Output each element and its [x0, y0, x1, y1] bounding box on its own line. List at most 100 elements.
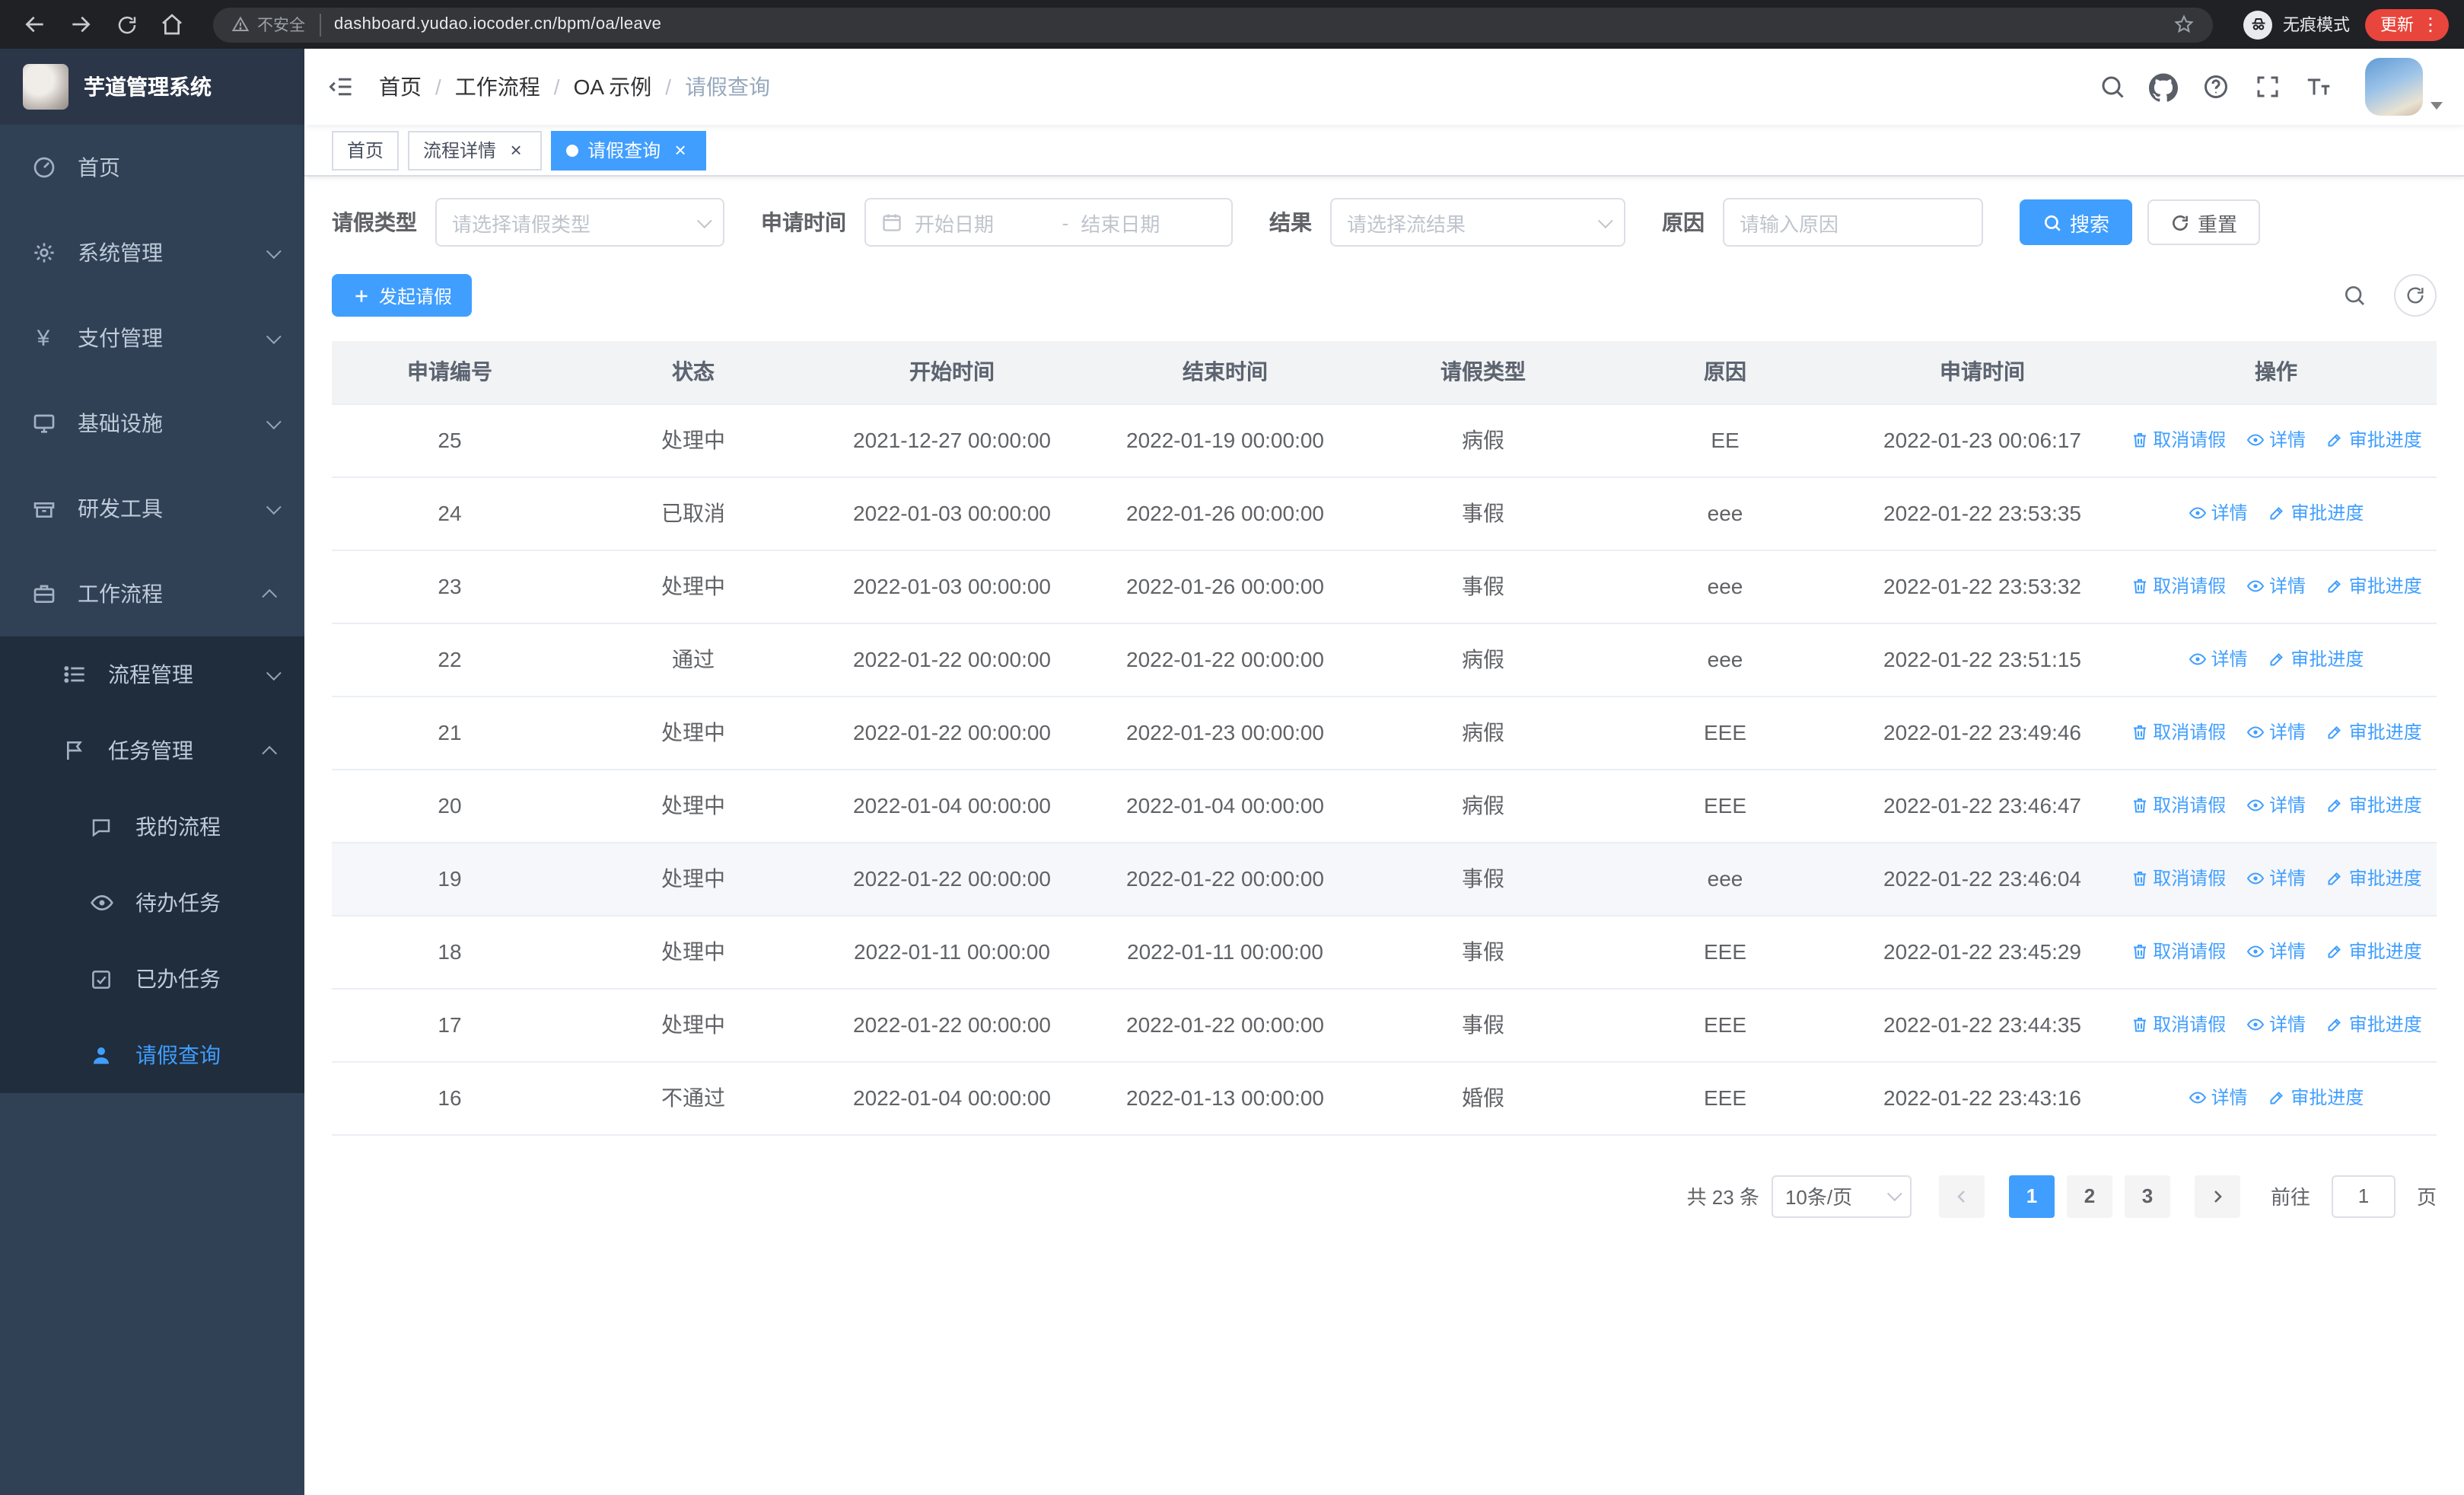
page-button-2[interactable]: 2: [2066, 1175, 2112, 1217]
cell-apply-id: 17: [332, 988, 568, 1062]
range-separator: -: [1062, 211, 1069, 234]
create-leave-button[interactable]: 发起请假: [332, 274, 473, 317]
hamburger-icon[interactable]: [304, 49, 377, 125]
cancel-leave-link[interactable]: 取消请假: [2130, 573, 2226, 599]
approval-progress-link[interactable]: 审批进度: [2268, 1085, 2364, 1111]
cell-status: 处理中: [568, 696, 819, 770]
sidebar-item-infrastructure[interactable]: 基础设施: [0, 381, 304, 466]
cancel-leave-link[interactable]: 取消请假: [2130, 792, 2226, 818]
table-row[interactable]: 25 处理中 2021-12-27 00:00:00 2022-01-19 00…: [332, 403, 2437, 477]
cancel-leave-link[interactable]: 取消请假: [2130, 719, 2226, 745]
refresh-icon[interactable]: [2394, 274, 2437, 317]
browser-forward-icon[interactable]: [61, 5, 100, 44]
detail-link[interactable]: 详情: [2189, 500, 2248, 526]
sidebar-item-task-management[interactable]: 任务管理: [0, 712, 304, 789]
tab-home[interactable]: 首页: [332, 130, 400, 170]
sidebar-item-pending-tasks[interactable]: 待办任务: [0, 865, 304, 941]
detail-link[interactable]: 详情: [2246, 792, 2306, 818]
approval-progress-link[interactable]: 审批进度: [2326, 427, 2422, 453]
font-size-icon[interactable]: [2304, 72, 2333, 101]
table-row[interactable]: 16 不通过 2022-01-04 00:00:00 2022-01-13 00…: [332, 1061, 2437, 1135]
table-row[interactable]: 23 处理中 2022-01-03 00:00:00 2022-01-26 00…: [332, 550, 2437, 623]
page-button-1[interactable]: 1: [2008, 1175, 2055, 1217]
leave-type-select[interactable]: 请选择请假类型: [435, 198, 724, 247]
approval-progress-link[interactable]: 审批进度: [2326, 1012, 2422, 1038]
sidebar-item-my-processes[interactable]: 我的流程: [0, 789, 304, 865]
sidebar-item-leave-query[interactable]: 请假查询: [0, 1017, 304, 1093]
browser-back-icon[interactable]: [15, 5, 55, 44]
result-select[interactable]: 请选择流结果: [1330, 198, 1625, 247]
github-icon[interactable]: [2149, 72, 2178, 101]
detail-link[interactable]: 详情: [2246, 719, 2306, 745]
address-bar[interactable]: 不安全 dashboard.yudao.iocoder.cn/bpm/oa/le…: [213, 7, 2213, 42]
sidebar-item-done-tasks[interactable]: 已办任务: [0, 941, 304, 1017]
search-button[interactable]: 搜索: [2020, 199, 2133, 245]
detail-link[interactable]: 详情: [2246, 865, 2306, 891]
breadcrumb: 首页 工作流程 OA 示例 请假查询: [379, 72, 770, 102]
sidebar-item-system[interactable]: 系统管理: [0, 210, 304, 295]
detail-link[interactable]: 详情: [2189, 646, 2248, 672]
cancel-leave-link[interactable]: 取消请假: [2130, 939, 2226, 964]
approval-progress-link[interactable]: 审批进度: [2326, 865, 2422, 891]
cancel-leave-link[interactable]: 取消请假: [2130, 865, 2226, 891]
help-icon[interactable]: [2201, 72, 2230, 101]
cell-end-time: 2022-01-22 00:00:00: [1085, 842, 1365, 916]
approval-progress-link[interactable]: 审批进度: [2268, 646, 2364, 672]
bookmark-star-icon[interactable]: [2173, 14, 2195, 35]
detail-link[interactable]: 详情: [2246, 573, 2306, 599]
browser-update-button[interactable]: 更新 ⋮: [2365, 8, 2449, 40]
apply-time-range-picker[interactable]: 开始日期 - 结束日期: [864, 198, 1233, 247]
goto-page-input[interactable]: [2331, 1175, 2396, 1217]
approval-progress-link[interactable]: 审批进度: [2326, 719, 2422, 745]
tab-leave-query[interactable]: 请假查询 ×: [551, 130, 707, 170]
reason-input[interactable]: 请输入原因: [1723, 198, 1983, 247]
reset-button[interactable]: 重置: [2147, 199, 2261, 245]
browser-reload-icon[interactable]: [107, 5, 146, 44]
page-size-select[interactable]: 10条/页: [1771, 1175, 1912, 1217]
browser-home-icon[interactable]: [152, 5, 192, 44]
sidebar-item-workflow[interactable]: 工作流程: [0, 551, 304, 636]
table-row[interactable]: 24 已取消 2022-01-03 00:00:00 2022-01-26 00…: [332, 477, 2437, 550]
approval-progress-link[interactable]: 审批进度: [2326, 792, 2422, 818]
detail-link[interactable]: 详情: [2246, 939, 2306, 964]
table-row[interactable]: 21 处理中 2022-01-22 00:00:00 2022-01-23 00…: [332, 696, 2437, 770]
sidebar-item-devtools[interactable]: 研发工具: [0, 466, 304, 551]
cell-end-time: 2022-01-22 00:00:00: [1085, 623, 1365, 696]
fullscreen-icon[interactable]: [2252, 72, 2281, 101]
browser-menu-icon[interactable]: ⋮: [2421, 15, 2440, 33]
close-icon[interactable]: ×: [505, 139, 527, 161]
detail-link[interactable]: 详情: [2189, 1085, 2248, 1111]
prev-page-button[interactable]: [1938, 1175, 1985, 1217]
breadcrumb-workflow[interactable]: 工作流程: [455, 72, 574, 102]
cell-end-time: 2022-01-22 00:00:00: [1085, 988, 1365, 1062]
detail-link[interactable]: 详情: [2246, 427, 2306, 453]
sidebar-item-payment[interactable]: ¥ 支付管理: [0, 295, 304, 381]
cell-operations: 取消请假 详情 审批进度: [2115, 769, 2437, 843]
col-reason: 原因: [1601, 341, 1849, 404]
table-row[interactable]: 20 处理中 2022-01-04 00:00:00 2022-01-04 00…: [332, 769, 2437, 843]
cancel-leave-link[interactable]: 取消请假: [2130, 427, 2226, 453]
sidebar-item-process-management[interactable]: 流程管理: [0, 636, 304, 712]
breadcrumb-oa-example[interactable]: OA 示例: [574, 72, 686, 102]
breadcrumb-home[interactable]: 首页: [379, 72, 455, 102]
sidebar-logo[interactable]: 芋道管理系统: [0, 49, 304, 125]
table-row[interactable]: 17 处理中 2022-01-22 00:00:00 2022-01-22 00…: [332, 988, 2437, 1062]
approval-progress-link[interactable]: 审批进度: [2268, 500, 2364, 526]
next-page-button[interactable]: [2194, 1175, 2240, 1217]
table-body: 25 处理中 2021-12-27 00:00:00 2022-01-19 00…: [332, 403, 2437, 1135]
approval-progress-link[interactable]: 审批进度: [2326, 573, 2422, 599]
close-icon[interactable]: ×: [670, 139, 691, 161]
approval-progress-link[interactable]: 审批进度: [2326, 939, 2422, 964]
page-button-3[interactable]: 3: [2124, 1175, 2170, 1217]
sidebar-item-home[interactable]: 首页: [0, 125, 304, 210]
table-row[interactable]: 18 处理中 2022-01-11 00:00:00 2022-01-11 00…: [332, 915, 2437, 989]
detail-link[interactable]: 详情: [2246, 1012, 2306, 1038]
table-row[interactable]: 22 通过 2022-01-22 00:00:00 2022-01-22 00:…: [332, 623, 2437, 696]
toggle-search-icon[interactable]: [2333, 274, 2376, 317]
search-icon[interactable]: [2097, 72, 2126, 101]
tab-process-detail[interactable]: 流程详情 ×: [408, 130, 543, 170]
user-menu[interactable]: [2365, 58, 2443, 116]
security-status[interactable]: 不安全: [231, 13, 320, 36]
table-row[interactable]: 19 处理中 2022-01-22 00:00:00 2022-01-22 00…: [332, 842, 2437, 916]
cancel-leave-link[interactable]: 取消请假: [2130, 1012, 2226, 1038]
